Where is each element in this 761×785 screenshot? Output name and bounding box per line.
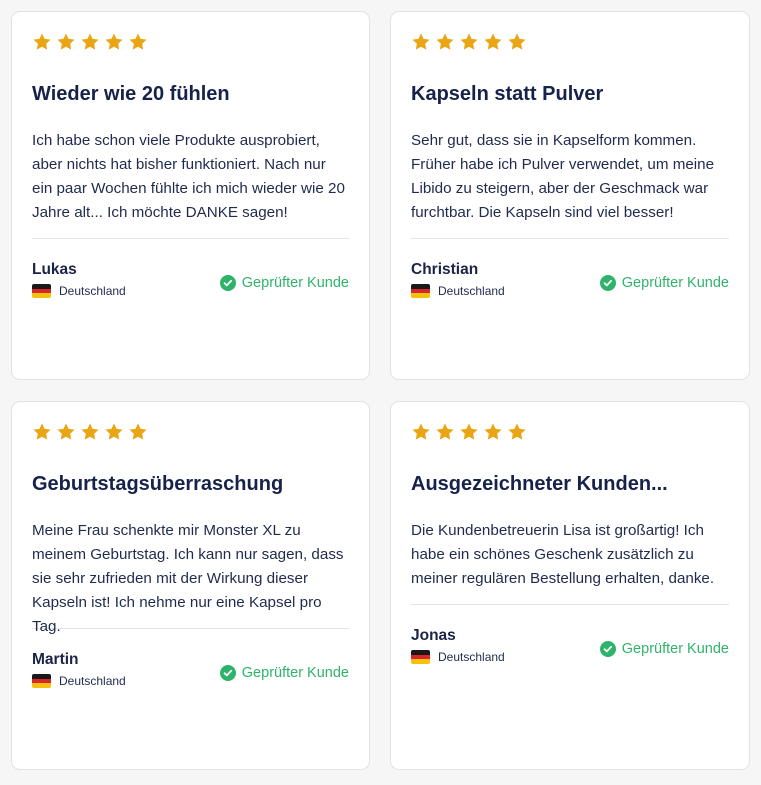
verified-badge: Geprüfter Kunde [219,274,349,292]
star-icon [484,423,502,440]
verified-label: Geprüfter Kunde [621,641,729,657]
star-icon [460,33,478,50]
review-card: Kapseln statt Pulver Sehr gut, dass sie … [390,11,750,380]
check-circle-icon [599,641,616,657]
review-title: Wieder wie 20 fühlen [32,83,230,105]
country-label: Deutschland [59,674,126,688]
star-icon [508,423,526,440]
star-icon [508,33,526,50]
star-icon [460,423,478,440]
star-icon [81,423,99,440]
review-footer: Lukas Deutschland Geprüfter Kunde [32,261,349,301]
check-circle-icon [599,275,616,291]
star-icon [57,33,75,50]
germany-flag-icon [32,284,51,298]
germany-flag-icon [411,284,430,298]
star-icon [412,423,430,440]
star-icon [484,33,502,50]
star-icon [57,423,75,440]
star-icon [436,33,454,50]
review-text: Die Kundenbetreuerin Lisa ist großartig!… [411,522,715,587]
review-title: Kapseln statt Pulver [411,83,604,105]
divider [32,628,349,629]
star-icon [81,33,99,50]
star-icon [436,423,454,440]
check-circle-icon [219,665,236,681]
check-circle-icon [219,275,236,291]
country-label: Deutschland [438,284,505,298]
review-footer: Martin Deutschland Geprüfter Kunde [32,651,349,691]
review-text: Sehr gut, dass sie in Kapselform kommen.… [411,132,715,221]
star-icon [129,33,147,50]
divider [32,238,349,239]
review-text: Ich habe schon viele Produkte ausprobier… [32,132,345,221]
reviews-grid: Wieder wie 20 fühlen Ich habe schon viel… [0,0,761,785]
review-card: Geburtstagsüberraschung Meine Frau schen… [11,401,370,770]
country-label: Deutschland [438,650,505,664]
germany-flag-icon [32,674,51,688]
review-title: Ausgezeichneter Kunden... [411,473,668,495]
review-footer: Jonas Deutschland Geprüfter Kunde [411,627,729,667]
star-icon [105,33,123,50]
verified-label: Geprüfter Kunde [621,275,729,291]
country-label: Deutschland [59,284,126,298]
verified-badge: Geprüfter Kunde [599,640,729,658]
review-footer: Christian Deutschland Geprüfter Kunde [411,261,729,301]
verified-badge: Geprüfter Kunde [219,664,349,682]
review-card: Ausgezeichneter Kunden... Die Kundenbetr… [390,401,750,770]
review-card: Wieder wie 20 fühlen Ich habe schon viel… [11,11,370,380]
star-rating [32,32,349,52]
germany-flag-icon [411,650,430,664]
verified-label: Geprüfter Kunde [241,275,349,291]
star-icon [412,33,430,50]
star-rating [411,422,729,442]
verified-label: Geprüfter Kunde [241,665,349,681]
divider [411,604,729,605]
star-icon [129,423,147,440]
star-rating [32,422,349,442]
star-icon [33,33,51,50]
verified-badge: Geprüfter Kunde [599,274,729,292]
review-text: Meine Frau schenkte mir Monster XL zu me… [32,522,344,635]
divider [411,238,729,239]
star-rating [411,32,729,52]
star-icon [33,423,51,440]
review-title: Geburtstagsüberraschung [32,473,284,495]
star-icon [105,423,123,440]
